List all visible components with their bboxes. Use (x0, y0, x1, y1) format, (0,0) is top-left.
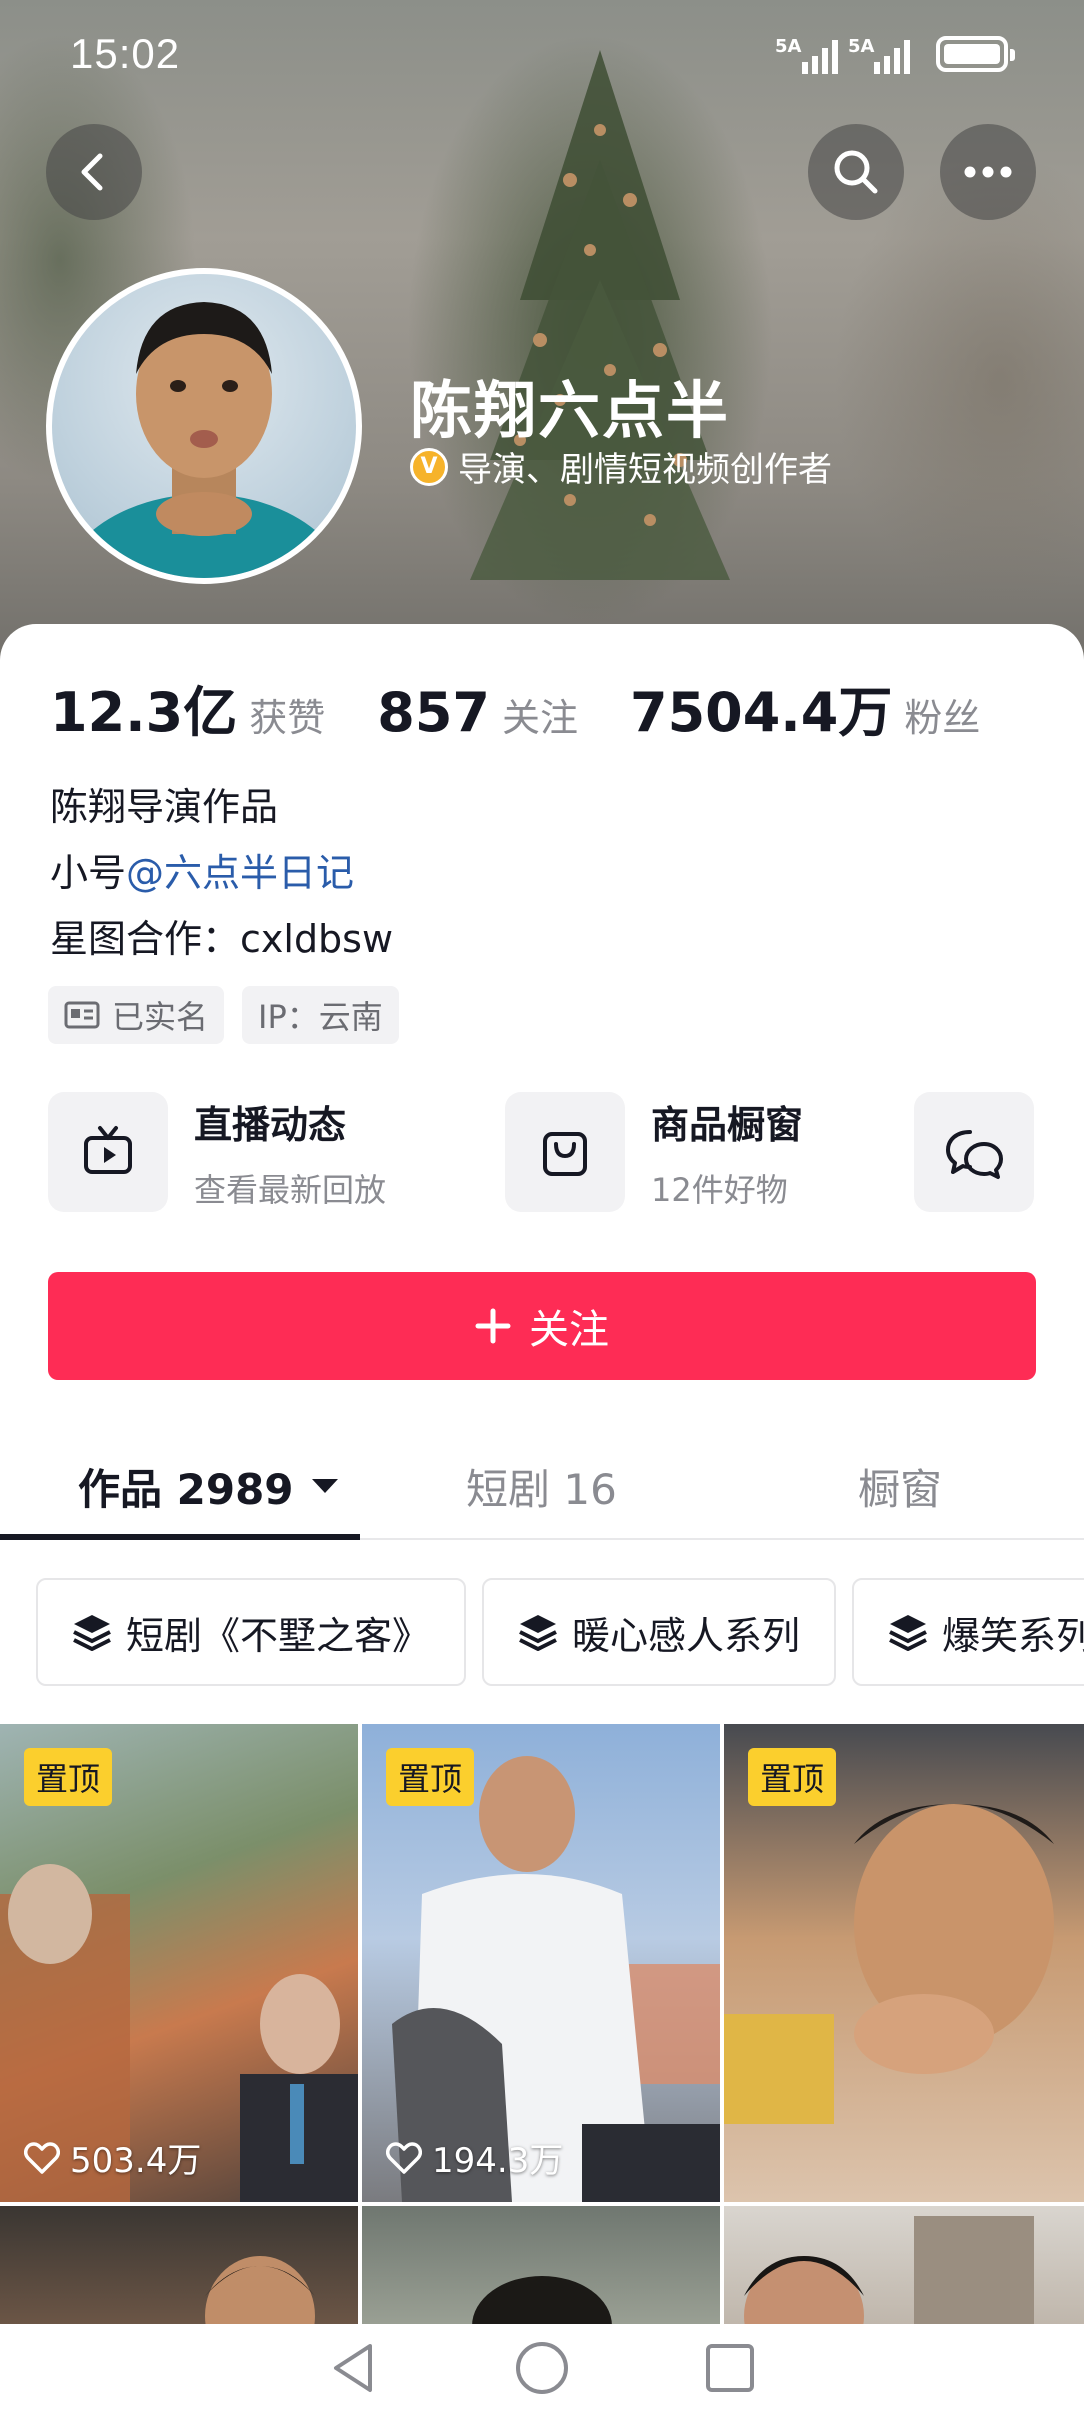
content-tabs: 作品 2989 短剧 16 橱窗 (0, 1434, 1084, 1540)
ip-location-tag: IP：云南 (242, 986, 399, 1044)
nav-recents-icon[interactable] (702, 2340, 758, 2396)
verified-label: 导演、剧情短视频创作者 (458, 450, 832, 490)
video-thumbnail[interactable] (362, 2206, 720, 2326)
pinned-badge: 置顶 (748, 1748, 837, 1806)
tv-icon (84, 1126, 132, 1174)
live-entry[interactable]: 直播动态 查看最新回放 (48, 1092, 386, 1212)
likes-label: 获赞 (249, 696, 326, 740)
status-bar: 15:02 5A 5A (0, 30, 1084, 80)
cover-tree-image (470, 50, 730, 580)
battery-icon (936, 36, 1015, 72)
profile-name: 陈翔六点半 (410, 374, 731, 447)
video-thumbnail[interactable]: 置顶 503.4万 (0, 1724, 358, 2202)
avatar-portrait-image (58, 302, 350, 578)
video-likes-count: 194.3万 (432, 2141, 564, 2181)
signal-label-1: 5A (775, 36, 802, 57)
avatar[interactable] (46, 268, 362, 584)
stack-icon (73, 1615, 111, 1651)
profile-stats: 12.3亿 获赞 857 关注 7504.4万 粉丝 (50, 668, 980, 747)
shop-entry-subtitle: 12件好物 (651, 1170, 788, 1209)
video-scene-image (744, 2216, 1034, 2326)
collection-chip[interactable]: 短剧《不墅之客》 (36, 1578, 467, 1686)
heart-icon (24, 2141, 60, 2174)
group-chat-icon-box (914, 1092, 1034, 1212)
video-likes-count: 503.4万 (70, 2141, 202, 2181)
bio-prefix: 小号 (50, 851, 127, 895)
video-thumbnail[interactable] (724, 2206, 1084, 2326)
video-thumbnail[interactable]: 置顶 (724, 1724, 1084, 2202)
nav-back-icon[interactable] (326, 2340, 382, 2396)
bio-line: 小号@六点半日记 (50, 840, 393, 906)
shopping-bag-icon (543, 1132, 587, 1176)
search-icon (834, 150, 878, 194)
followers-label: 粉丝 (904, 696, 981, 740)
signal-bars-icon (802, 40, 838, 74)
bio-line: 星图合作：cxldbsw (50, 917, 394, 961)
plus-icon (475, 1308, 511, 1344)
collection-label: 短剧《不墅之客》 (126, 1613, 431, 1658)
profile-tags: 已实名 IP：云南 (48, 986, 399, 1044)
real-name-label: 已实名 (112, 998, 209, 1036)
real-name-tag[interactable]: 已实名 (48, 986, 225, 1044)
video-thumbnail[interactable] (0, 2206, 358, 2326)
chat-bubbles-icon (946, 1130, 1003, 1179)
video-likes: 194.3万 (386, 2133, 563, 2182)
collection-chip[interactable]: 暖心感人系列 (482, 1578, 837, 1686)
likes-count[interactable]: 12.3亿 (50, 668, 237, 747)
more-icon (964, 166, 1012, 178)
following-count[interactable]: 857 (377, 681, 490, 744)
live-entry-title: 直播动态 (194, 1102, 347, 1147)
video-thumbnail[interactable]: 置顶 194.3万 (362, 1724, 720, 2202)
system-nav-bar (0, 2324, 1084, 2412)
collections-row: 短剧《不墅之客》 暖心感人系列 爆笑系列 (36, 1578, 1084, 1686)
live-entry-icon-box (48, 1092, 168, 1212)
pinned-badge: 置顶 (24, 1748, 113, 1806)
stack-icon (889, 1615, 927, 1651)
verified-badge-icon: V (410, 447, 448, 486)
pinned-badge: 置顶 (386, 1748, 475, 1806)
ip-location-label: IP：云南 (258, 998, 383, 1036)
shop-entry-title: 商品橱窗 (651, 1102, 804, 1147)
follow-button-label: 关注 (529, 1307, 609, 1353)
collection-label: 爆笑系列 (942, 1613, 1084, 1658)
more-button[interactable] (940, 124, 1036, 220)
group-chat-entry[interactable] (914, 1092, 1034, 1212)
video-scene-image (205, 2256, 315, 2326)
profile-bio: 陈翔导演作品 小号@六点半日记 星图合作：cxldbsw (50, 774, 393, 972)
status-time: 15:02 (70, 30, 181, 77)
tab-works[interactable]: 作品 2989 (78, 1434, 340, 1538)
collection-label: 暖心感人系列 (572, 1613, 801, 1658)
stack-icon (519, 1615, 557, 1651)
profile-card: 12.3亿 获赞 857 关注 7504.4万 粉丝 陈翔导演作品 小号@六点半… (0, 624, 1084, 2412)
video-scene-image (472, 2276, 612, 2326)
tab-short-drama[interactable]: 短剧 16 (466, 1434, 617, 1538)
tab-active-indicator (0, 1534, 360, 1540)
id-card-icon (64, 1001, 100, 1029)
nav-home-icon[interactable] (514, 2340, 570, 2396)
following-label: 关注 (501, 696, 578, 740)
collection-chip[interactable]: 爆笑系列 (852, 1578, 1084, 1686)
tab-showcase-label: 橱窗 (858, 1464, 943, 1514)
shop-entry[interactable]: 商品橱窗 12件好物 (505, 1092, 803, 1212)
caret-down-icon (311, 1479, 338, 1493)
signal-bars-icon-2 (874, 40, 910, 74)
tab-short-drama-label: 短剧 16 (466, 1464, 617, 1514)
shop-entry-icon-box (505, 1092, 625, 1212)
verification-info: V 导演、剧情短视频创作者 (410, 442, 832, 491)
follow-button[interactable]: 关注 (48, 1272, 1036, 1380)
heart-icon (386, 2141, 422, 2174)
chevron-left-icon (81, 153, 103, 191)
search-button[interactable] (808, 124, 904, 220)
bio-line: 陈翔导演作品 (50, 785, 279, 829)
tab-works-label: 作品 2989 (78, 1464, 294, 1514)
back-button[interactable] (46, 124, 142, 220)
tab-showcase[interactable]: 橱窗 (858, 1434, 942, 1538)
live-entry-subtitle: 查看最新回放 (194, 1170, 387, 1209)
followers-count[interactable]: 7504.4万 (630, 668, 892, 747)
video-likes: 503.4万 (24, 2133, 201, 2182)
secondary-account-link[interactable]: @六点半日记 (126, 851, 354, 895)
signal-label-2: 5A (848, 36, 875, 57)
